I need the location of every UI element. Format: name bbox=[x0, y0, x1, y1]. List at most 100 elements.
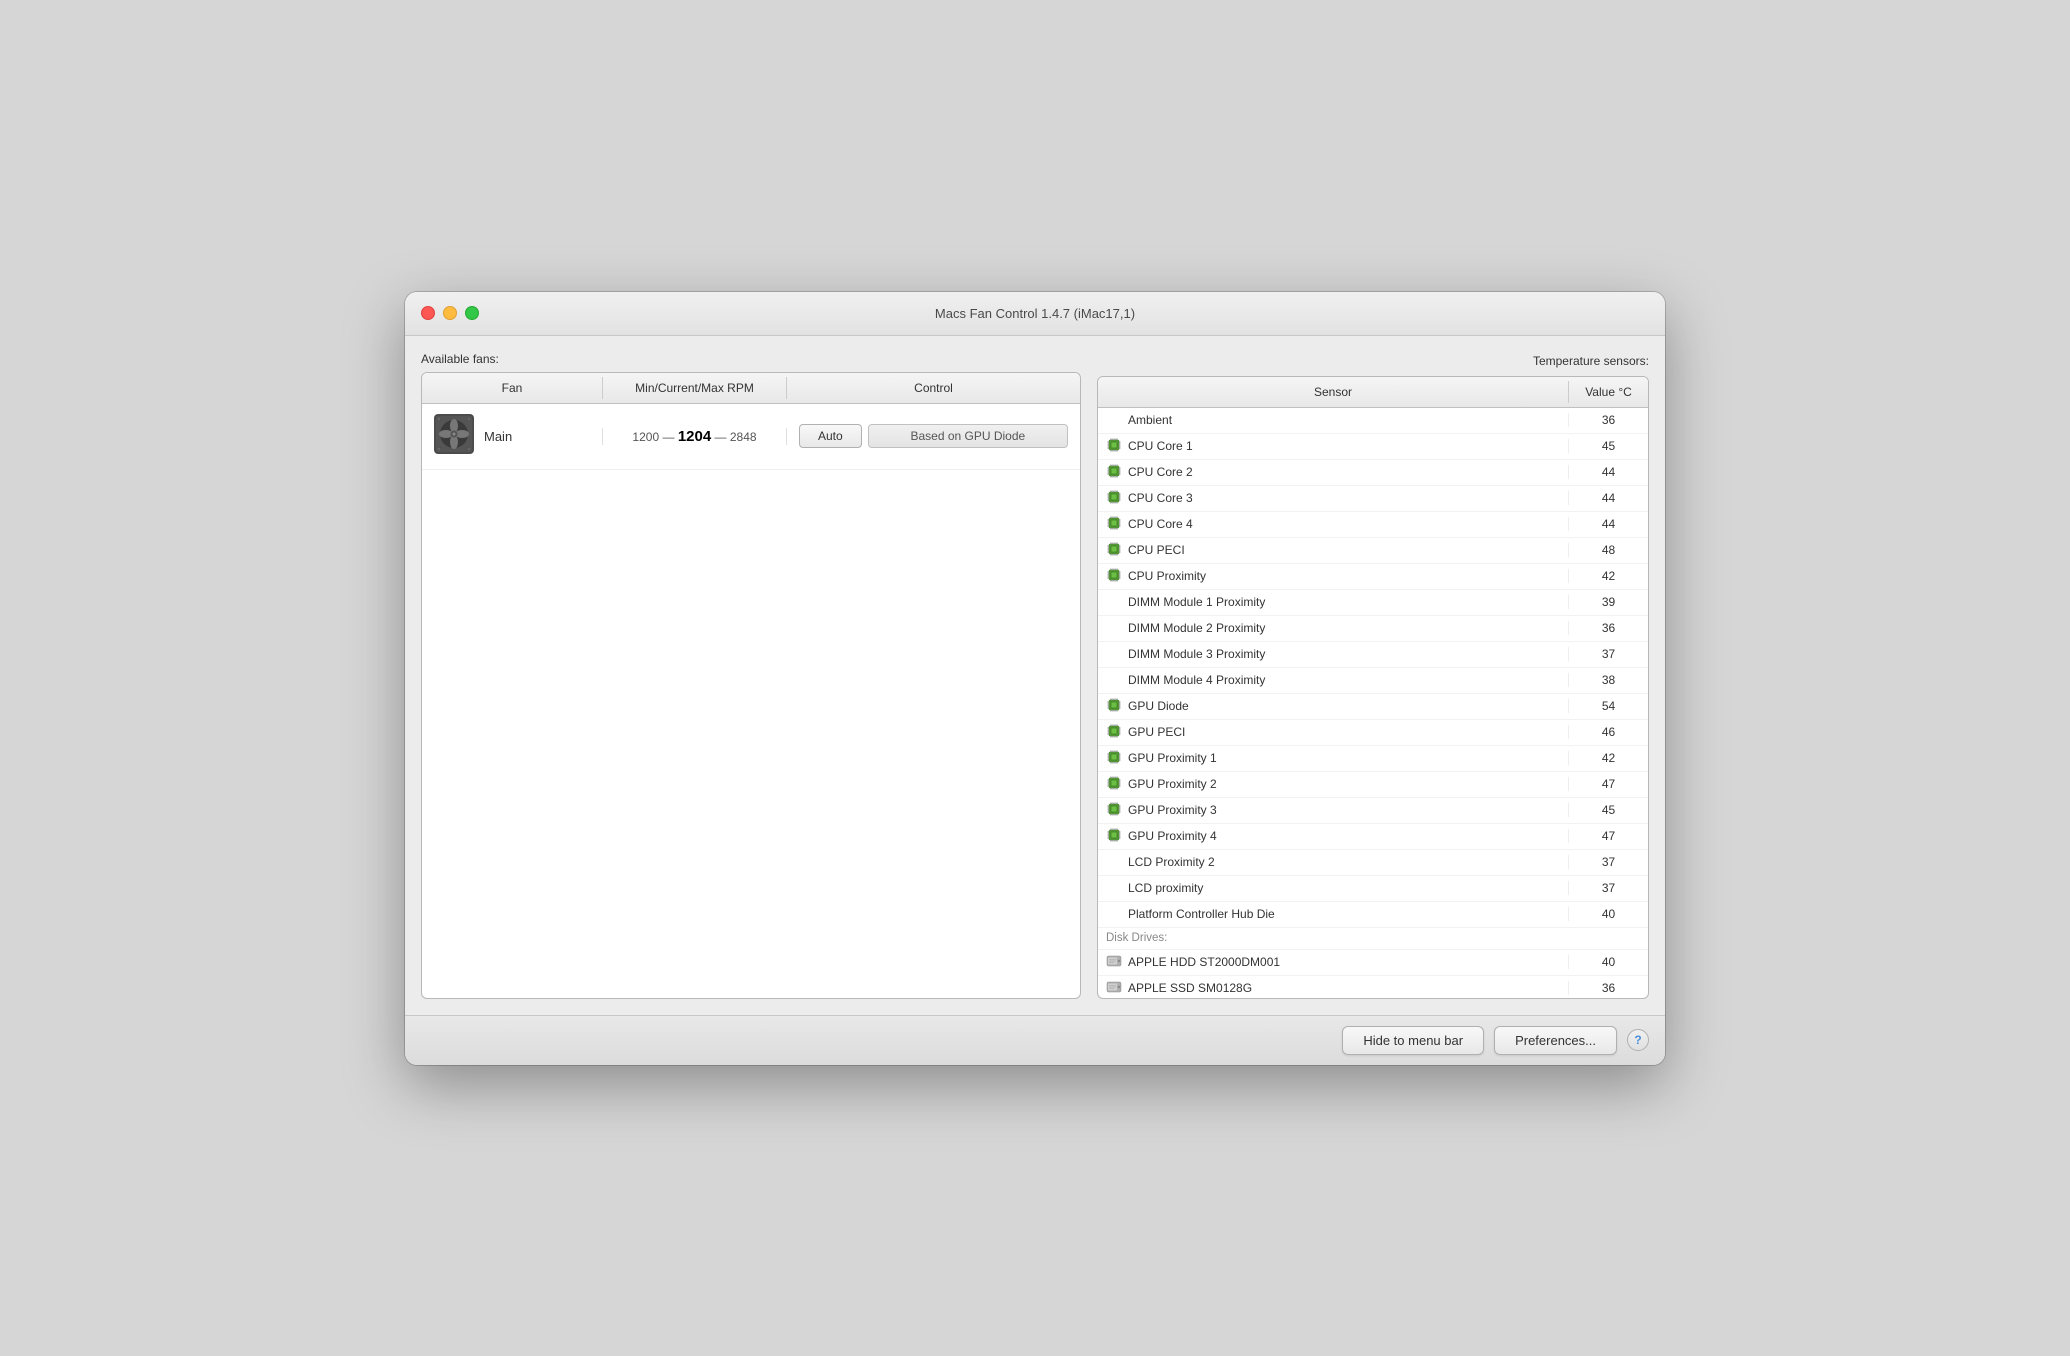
sensor-row[interactable]: DIMM Module 2 Proximity 36 bbox=[1098, 616, 1648, 642]
sensor-name: DIMM Module 1 Proximity bbox=[1128, 595, 1265, 609]
disk-sensor-row[interactable]: APPLE HDD ST2000DM001 40 bbox=[1098, 950, 1648, 976]
sensor-name: CPU Core 1 bbox=[1128, 439, 1193, 453]
fans-col-fan: Fan bbox=[422, 377, 602, 399]
maximize-button[interactable] bbox=[465, 306, 479, 320]
no-icon bbox=[1106, 854, 1122, 870]
main-window: Macs Fan Control 1.4.7 (iMac17,1) Availa… bbox=[405, 292, 1665, 1065]
disk-value: 40 bbox=[1568, 955, 1648, 969]
sensor-name: GPU Proximity 2 bbox=[1128, 777, 1217, 791]
sensor-name: Ambient bbox=[1128, 413, 1172, 427]
sensor-name: DIMM Module 4 Proximity bbox=[1128, 673, 1265, 687]
fan-row: Main 1200 — 1204 — 2848 Auto Based on GP… bbox=[422, 404, 1080, 470]
sensor-value: 47 bbox=[1568, 777, 1648, 791]
disk-drives-label: Disk Drives: bbox=[1098, 932, 1648, 944]
bottom-bar: Hide to menu bar Preferences... ? bbox=[405, 1015, 1665, 1065]
sensor-value: 42 bbox=[1568, 569, 1648, 583]
sensor-name: LCD Proximity 2 bbox=[1128, 855, 1215, 869]
sensor-name: GPU PECI bbox=[1128, 725, 1185, 739]
sensor-name-cell: DIMM Module 3 Proximity bbox=[1098, 646, 1568, 662]
fan-icon-cell: Main bbox=[422, 414, 602, 459]
sensor-row[interactable]: GPU Diode 54 bbox=[1098, 694, 1648, 720]
close-button[interactable] bbox=[421, 306, 435, 320]
sensor-row[interactable]: GPU Proximity 2 47 bbox=[1098, 772, 1648, 798]
help-button[interactable]: ? bbox=[1627, 1029, 1649, 1051]
sensor-row[interactable]: GPU PECI 46 bbox=[1098, 720, 1648, 746]
disk-icon bbox=[1106, 979, 1122, 998]
fan-rpm-cell: 1200 — 1204 — 2848 bbox=[602, 428, 787, 445]
hide-to-menubar-button[interactable]: Hide to menu bar bbox=[1342, 1026, 1484, 1055]
fans-panel: Available fans: Fan Min/Current/Max RPM … bbox=[421, 352, 1081, 999]
disk-drives-category: Disk Drives: bbox=[1098, 928, 1648, 950]
fans-col-rpm: Min/Current/Max RPM bbox=[602, 377, 787, 399]
sensor-name: DIMM Module 3 Proximity bbox=[1128, 647, 1265, 661]
sensor-value: 54 bbox=[1568, 699, 1648, 713]
sensor-row[interactable]: Ambient 36 bbox=[1098, 408, 1648, 434]
sensor-name-cell: CPU Core 4 bbox=[1098, 515, 1568, 534]
sensor-name-cell: DIMM Module 4 Proximity bbox=[1098, 672, 1568, 688]
chip-icon bbox=[1106, 489, 1122, 508]
no-icon bbox=[1106, 594, 1122, 610]
fan-control-value: Based on GPU Diode bbox=[868, 424, 1068, 448]
sensor-row[interactable]: LCD proximity 37 bbox=[1098, 876, 1648, 902]
no-icon bbox=[1106, 906, 1122, 922]
sensor-name-cell: Ambient bbox=[1098, 412, 1568, 428]
sensor-name-cell: CPU PECI bbox=[1098, 541, 1568, 560]
sensor-row[interactable]: CPU Core 1 45 bbox=[1098, 434, 1648, 460]
minimize-button[interactable] bbox=[443, 306, 457, 320]
chip-icon bbox=[1106, 801, 1122, 820]
sensor-name: LCD proximity bbox=[1128, 881, 1203, 895]
sensor-value: 39 bbox=[1568, 595, 1648, 609]
sensor-value: 44 bbox=[1568, 517, 1648, 531]
fan-auto-button[interactable]: Auto bbox=[799, 424, 862, 448]
sensor-name: CPU Core 3 bbox=[1128, 491, 1193, 505]
sensor-name: GPU Diode bbox=[1128, 699, 1189, 713]
sensor-row[interactable]: DIMM Module 4 Proximity 38 bbox=[1098, 668, 1648, 694]
sensor-row[interactable]: CPU Core 2 44 bbox=[1098, 460, 1648, 486]
sensor-name: GPU Proximity 1 bbox=[1128, 751, 1217, 765]
sensor-name-cell: CPU Core 3 bbox=[1098, 489, 1568, 508]
sensor-name: CPU Proximity bbox=[1128, 569, 1206, 583]
sensor-row[interactable]: Platform Controller Hub Die 40 bbox=[1098, 902, 1648, 928]
sensors-scroll-area: Ambient 36 CPU Core 1 45 bbox=[1098, 408, 1648, 998]
sensor-value: 48 bbox=[1568, 543, 1648, 557]
sensor-row[interactable]: GPU Proximity 4 47 bbox=[1098, 824, 1648, 850]
sensor-value: 44 bbox=[1568, 465, 1648, 479]
sensor-row[interactable]: CPU Core 4 44 bbox=[1098, 512, 1648, 538]
sensors-panel: Temperature sensors: Sensor Value °C Amb… bbox=[1097, 352, 1649, 999]
sensor-name: CPU Core 4 bbox=[1128, 517, 1193, 531]
sensor-name: CPU Core 2 bbox=[1128, 465, 1193, 479]
sensor-row[interactable]: GPU Proximity 3 45 bbox=[1098, 798, 1648, 824]
no-icon bbox=[1106, 620, 1122, 636]
fans-section-title: Available fans: bbox=[421, 352, 1081, 366]
sensor-row[interactable]: GPU Proximity 1 42 bbox=[1098, 746, 1648, 772]
fan-name: Main bbox=[484, 429, 512, 444]
sensor-name: DIMM Module 2 Proximity bbox=[1128, 621, 1265, 635]
main-content: Available fans: Fan Min/Current/Max RPM … bbox=[405, 336, 1665, 1015]
no-icon bbox=[1106, 880, 1122, 896]
sensor-name-cell: LCD proximity bbox=[1098, 880, 1568, 896]
sensor-row[interactable]: LCD Proximity 2 37 bbox=[1098, 850, 1648, 876]
preferences-button[interactable]: Preferences... bbox=[1494, 1026, 1617, 1055]
sensor-value: 42 bbox=[1568, 751, 1648, 765]
sensor-row[interactable]: CPU PECI 48 bbox=[1098, 538, 1648, 564]
disk-sensor-row[interactable]: APPLE SSD SM0128G 36 bbox=[1098, 976, 1648, 998]
sensor-name-cell: GPU Proximity 3 bbox=[1098, 801, 1568, 820]
sensor-row[interactable]: DIMM Module 1 Proximity 39 bbox=[1098, 590, 1648, 616]
sensor-name: GPU Proximity 3 bbox=[1128, 803, 1217, 817]
chip-icon bbox=[1106, 463, 1122, 482]
disk-name: APPLE SSD SM0128G bbox=[1128, 981, 1252, 995]
fan-icon bbox=[434, 414, 474, 459]
sensor-name-cell: GPU PECI bbox=[1098, 723, 1568, 742]
sensor-name: Platform Controller Hub Die bbox=[1128, 907, 1275, 921]
chip-icon bbox=[1106, 723, 1122, 742]
sensor-row[interactable]: CPU Core 3 44 bbox=[1098, 486, 1648, 512]
disk-icon bbox=[1106, 953, 1122, 972]
chip-icon bbox=[1106, 775, 1122, 794]
chip-icon bbox=[1106, 515, 1122, 534]
sensor-name-cell: GPU Proximity 1 bbox=[1098, 749, 1568, 768]
sensor-name-cell: CPU Proximity bbox=[1098, 567, 1568, 586]
sensor-row[interactable]: CPU Proximity 42 bbox=[1098, 564, 1648, 590]
fan-rpm-min: 1200 bbox=[632, 430, 659, 444]
sensor-row[interactable]: DIMM Module 3 Proximity 37 bbox=[1098, 642, 1648, 668]
disk-name: APPLE HDD ST2000DM001 bbox=[1128, 955, 1280, 969]
